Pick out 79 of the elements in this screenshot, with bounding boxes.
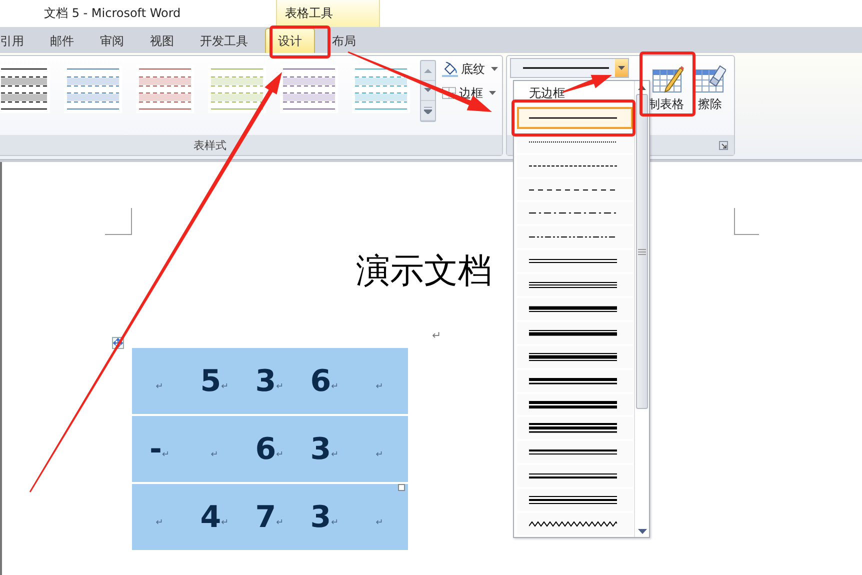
line-style-option[interactable] bbox=[517, 489, 633, 512]
line-style-option[interactable] bbox=[517, 441, 633, 464]
cell-value: 5 bbox=[200, 364, 222, 398]
border-grid-icon bbox=[442, 87, 456, 99]
paragraph-mark: ↵ bbox=[156, 518, 164, 528]
scrollbar[interactable] bbox=[634, 81, 649, 537]
line-sample-icon bbox=[529, 494, 617, 506]
paragraph-mark: ↵ bbox=[376, 450, 384, 460]
cell-value: - bbox=[150, 432, 162, 466]
margin-corner-mark bbox=[734, 208, 759, 235]
scroll-down-icon[interactable] bbox=[638, 529, 646, 534]
paragraph-mark: ↵ bbox=[156, 382, 164, 392]
paragraph-mark: ↵ bbox=[276, 382, 284, 392]
table-resize-handle-icon[interactable] bbox=[398, 484, 405, 491]
borders-button[interactable]: 边框 bbox=[442, 83, 498, 103]
ribbon-tab[interactable]: 布局 bbox=[319, 29, 369, 53]
shading-button[interactable]: 底纹 bbox=[442, 59, 498, 79]
dialog-launcher-icon[interactable] bbox=[719, 140, 728, 150]
line-style-option[interactable] bbox=[517, 465, 633, 488]
ribbon-tab[interactable]: 引用 bbox=[0, 29, 37, 53]
paragraph-mark: ↵ bbox=[376, 518, 384, 528]
line-style-combobox[interactable] bbox=[510, 58, 629, 78]
line-style-option[interactable] bbox=[517, 513, 633, 535]
cell-value: 3 bbox=[255, 364, 276, 398]
dropdown-caret-icon bbox=[491, 67, 498, 71]
dropdown-caret-icon bbox=[618, 66, 625, 70]
eraser-button[interactable]: 擦除 bbox=[686, 62, 734, 113]
paragraph-mark: ↵ bbox=[331, 518, 339, 528]
scroll-down-icon[interactable] bbox=[424, 88, 432, 93]
line-style-option[interactable] bbox=[517, 202, 633, 224]
ribbon-tab[interactable]: 邮件 bbox=[37, 29, 87, 53]
line-style-option[interactable] bbox=[517, 298, 633, 320]
ribbon-tab[interactable]: 开发工具 bbox=[187, 29, 261, 53]
paragraph-mark: ↵ bbox=[331, 382, 339, 392]
line-style-option[interactable] bbox=[517, 154, 633, 177]
context-tab-header: 表格工具 bbox=[276, 0, 380, 27]
scrollbar-thumb[interactable] bbox=[636, 94, 648, 409]
line-sample-icon bbox=[529, 422, 617, 434]
window-title: 文档 5 - Microsoft Word bbox=[44, 5, 181, 22]
paragraph-mark: ↵ bbox=[210, 450, 218, 460]
gallery-scrollbar[interactable] bbox=[420, 60, 436, 122]
paint-bucket-icon bbox=[442, 62, 458, 76]
paragraph-mark: ↵ bbox=[432, 329, 442, 342]
paragraph-mark: ↵ bbox=[162, 450, 170, 460]
cell-value: 6 bbox=[255, 432, 276, 466]
annotation-arrow bbox=[562, 74, 612, 93]
line-style-option[interactable] bbox=[517, 394, 633, 416]
cell-value: 7 bbox=[255, 500, 276, 534]
ribbon-tab[interactable]: 审阅 bbox=[87, 29, 137, 53]
line-style-option[interactable] bbox=[517, 250, 633, 272]
line-sample-icon bbox=[529, 350, 617, 363]
line-style-option[interactable] bbox=[517, 346, 633, 368]
cell-value: 6 bbox=[310, 364, 332, 398]
line-style-option[interactable] bbox=[517, 417, 633, 440]
cell-value: 4 bbox=[200, 500, 222, 534]
line-style-option[interactable] bbox=[517, 370, 633, 392]
cell-value: 3 bbox=[310, 432, 332, 466]
paragraph-mark: ↵ bbox=[221, 518, 229, 528]
ribbon-tab[interactable]: 设计 bbox=[265, 28, 315, 53]
grip-icon bbox=[638, 248, 646, 254]
line-sample-icon bbox=[529, 398, 617, 411]
paragraph-mark: ↵ bbox=[221, 382, 229, 392]
paragraph-mark: ↵ bbox=[376, 382, 384, 392]
highlight-frame bbox=[640, 52, 696, 116]
ribbon-tab[interactable]: 视图 bbox=[137, 29, 187, 53]
expand-gallery-icon[interactable] bbox=[424, 107, 432, 114]
line-style-option[interactable] bbox=[517, 106, 633, 129]
dropdown-caret-icon bbox=[489, 91, 496, 95]
highlight-frame bbox=[270, 26, 330, 58]
line-style-option[interactable] bbox=[517, 226, 633, 248]
paragraph-mark: ↵ bbox=[276, 450, 284, 460]
line-style-option[interactable] bbox=[517, 322, 633, 344]
group-label: 表样式 bbox=[0, 135, 502, 155]
margin-corner-mark bbox=[105, 208, 132, 235]
document-heading: 演示文档 bbox=[356, 250, 492, 293]
paragraph-mark: ↵ bbox=[331, 450, 339, 460]
line-style-option[interactable] bbox=[517, 274, 633, 296]
cell-value: 3 bbox=[310, 500, 332, 534]
paragraph-mark: ↵ bbox=[276, 518, 284, 528]
